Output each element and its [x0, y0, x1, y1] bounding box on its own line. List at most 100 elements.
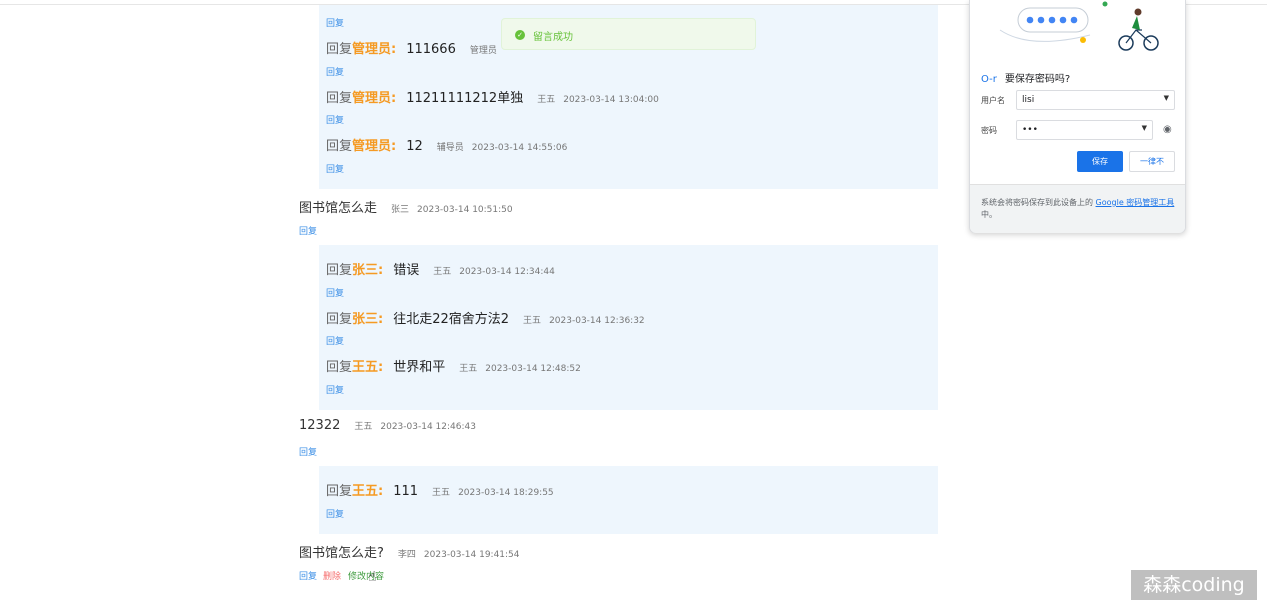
- reply-link[interactable]: 回复: [326, 286, 344, 299]
- reply-prefix: 回复: [326, 139, 353, 154]
- hand-cursor-icon: ☝: [368, 569, 377, 585]
- reply-target: 管理员:: [352, 139, 397, 154]
- reply-meta: 王五 2023-03-14 18:29:55: [432, 488, 554, 498]
- reply-time: 2023-03-14 12:36:32: [549, 316, 645, 326]
- reply-item: 回复管理员: 12 辅导员 2023-03-14 14:55:06: [326, 135, 567, 154]
- success-toast: ✓ 留言成功: [501, 18, 756, 50]
- reply-target: 王五:: [352, 360, 384, 375]
- footer-prefix: 系统会将密码保存到此设备上的: [981, 198, 1096, 207]
- check-circle-icon: ✓: [515, 30, 525, 40]
- reply-target: 管理员:: [352, 42, 397, 57]
- message-item: 图书馆怎么走? 李四 2023-03-14 19:41:54: [299, 542, 520, 561]
- reply-prefix: 回复: [326, 263, 353, 278]
- toast-text: 留言成功: [533, 32, 573, 43]
- reply-time: 2023-03-14 12:48:52: [485, 364, 581, 374]
- message-item: 图书馆怎么走 张三 2023-03-14 10:51:50: [299, 197, 513, 216]
- reply-target: 张三:: [352, 263, 384, 278]
- reply-meta: 王五 2023-03-14 13:04:00: [537, 95, 659, 105]
- reply-link[interactable]: 回复: [299, 569, 317, 582]
- reply-prefix: 回复: [326, 360, 353, 375]
- reply-user: 王五: [432, 488, 451, 498]
- delete-link[interactable]: 删除: [323, 569, 341, 582]
- reply-content: 世界和平: [393, 360, 446, 375]
- reply-user: 管理员: [469, 46, 497, 56]
- password-select[interactable]: ••• ▼: [1016, 120, 1153, 140]
- reply-meta: 王五 2023-03-14 12:34:44: [433, 267, 555, 277]
- reply-content: 111666: [406, 42, 456, 57]
- reply-content: 往北走22宿舍方法2: [393, 312, 510, 327]
- chevron-down-icon: ▼: [1163, 94, 1169, 102]
- username-select[interactable]: lisi ▼: [1016, 90, 1175, 110]
- reply-link[interactable]: 回复: [326, 16, 344, 29]
- message-user: 李四: [397, 550, 416, 560]
- message-meta: 李四 2023-03-14 19:41:54: [398, 550, 520, 560]
- reply-link[interactable]: 回复: [299, 445, 317, 458]
- footer-suffix: 中。: [981, 210, 997, 219]
- password-illustration-icon: [999, 1, 1159, 51]
- reply-item: 回复管理员: 111666 管理员: [326, 38, 497, 57]
- message-content: 图书馆怎么走?: [299, 546, 384, 561]
- never-button[interactable]: 一律不: [1129, 151, 1175, 172]
- reply-target: 王五:: [352, 484, 384, 499]
- chevron-down-icon: ▼: [1141, 124, 1147, 132]
- password-manager-link[interactable]: Google 密码管理工具: [1096, 198, 1175, 207]
- reply-link[interactable]: 回复: [326, 113, 344, 126]
- reply-user: 王五: [433, 267, 452, 277]
- save-password-question: O-r 要保存密码吗?: [981, 70, 1070, 85]
- reply-item: 回复管理员: 11211111212单独 王五 2023-03-14 13:04:00: [326, 87, 659, 106]
- eye-icon[interactable]: ◉: [1163, 124, 1172, 135]
- reply-time: 2023-03-14 13:04:00: [563, 95, 659, 105]
- watermark: 森森coding: [1131, 570, 1257, 600]
- message-time: 2023-03-14 19:41:54: [423, 550, 520, 560]
- username-value: lisi: [1022, 95, 1035, 105]
- reply-time: 2023-03-14 14:55:06: [471, 143, 568, 153]
- reply-target: 管理员:: [352, 91, 397, 106]
- reply-item: 回复张三: 错误 王五 2023-03-14 12:34:44: [326, 259, 555, 278]
- reply-link[interactable]: 回复: [299, 224, 317, 237]
- reply-link[interactable]: 回复: [326, 334, 344, 347]
- reply-item: 回复王五: 111 王五 2023-03-14 18:29:55: [326, 480, 554, 499]
- question-text: 要保存密码吗?: [1004, 74, 1071, 85]
- footer-text: 系统会将密码保存到此设备上的 Google 密码管理工具中。: [981, 197, 1176, 221]
- reply-link[interactable]: 回复: [326, 507, 344, 520]
- message-meta: 张三 2023-03-14 10:51:50: [391, 205, 513, 215]
- reply-user: 辅导员: [436, 143, 464, 153]
- message-meta: 王五 2023-03-14 12:46:43: [354, 422, 476, 432]
- message-time: 2023-03-14 12:46:43: [380, 422, 476, 432]
- reply-prefix: 回复: [326, 91, 353, 106]
- reply-meta: 管理员: [470, 46, 497, 56]
- popup-footer: 系统会将密码保存到此设备上的 Google 密码管理工具中。: [970, 184, 1185, 233]
- reply-meta: 王五 2023-03-14 12:48:52: [459, 364, 581, 374]
- reply-block-3: [319, 466, 938, 534]
- reply-prefix: 回复: [326, 312, 353, 327]
- reply-link[interactable]: 回复: [326, 65, 344, 78]
- reply-time: 2023-03-14 12:34:44: [459, 267, 555, 277]
- save-password-button[interactable]: 保存: [1077, 151, 1123, 172]
- reply-user: 王五: [459, 364, 478, 374]
- reply-prefix: 回复: [326, 42, 353, 57]
- key-icon: O-r: [981, 74, 997, 85]
- reply-content: 11211111212单独: [406, 91, 524, 106]
- message-time: 2023-03-14 10:51:50: [417, 205, 513, 215]
- reply-meta: 王五 2023-03-14 12:36:32: [523, 316, 645, 326]
- reply-link[interactable]: 回复: [326, 162, 344, 175]
- reply-content: 111: [393, 484, 419, 499]
- reply-user: 王五: [537, 95, 556, 105]
- password-value: •••: [1022, 125, 1038, 135]
- save-password-popup: O-r 要保存密码吗? 用户名 lisi ▼ 密码 ••• ▼ ◉ 保存 一律不 …: [969, 0, 1186, 233]
- reply-target: 张三:: [352, 312, 384, 327]
- reply-user: 王五: [523, 316, 542, 326]
- message-user: 王五: [354, 422, 373, 432]
- reply-content: 错误: [393, 263, 420, 278]
- reply-item: 回复张三: 往北走22宿舍方法2 王五 2023-03-14 12:36:32: [326, 308, 645, 327]
- reply-link[interactable]: 回复: [326, 383, 344, 396]
- reply-content: 12: [406, 139, 423, 154]
- username-label: 用户名: [981, 96, 1005, 105]
- message-user: 张三: [391, 205, 410, 215]
- edit-link[interactable]: 修改内容: [348, 569, 384, 582]
- message-content: 图书馆怎么走: [299, 201, 378, 216]
- reply-item: 回复王五: 世界和平 王五 2023-03-14 12:48:52: [326, 356, 581, 375]
- reply-meta: 辅导员 2023-03-14 14:55:06: [437, 143, 568, 153]
- message-content: 12322: [299, 418, 341, 433]
- message-item: 12322 王五 2023-03-14 12:46:43: [299, 418, 476, 433]
